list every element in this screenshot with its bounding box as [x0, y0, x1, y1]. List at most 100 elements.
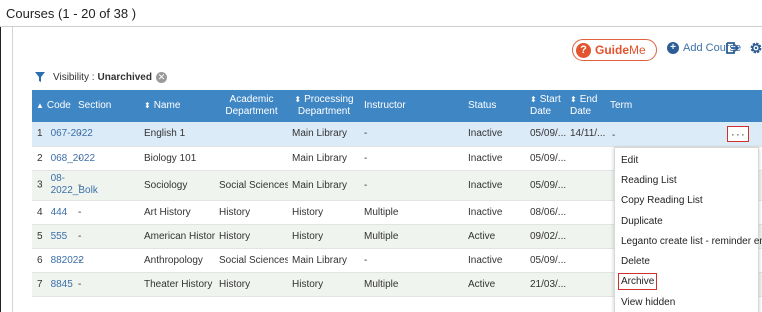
- course-code-link[interactable]: 08-2022_Bolk: [51, 173, 98, 197]
- filter-label: Visibility :: [53, 71, 95, 83]
- sort-icon: ⬍: [144, 101, 151, 110]
- cell-start-date: 09/02/...: [530, 230, 566, 242]
- course-code-link[interactable]: 068_2022: [51, 153, 96, 164]
- cell-status: Inactive: [468, 152, 503, 164]
- cell-processing-department: Main Library: [292, 152, 348, 164]
- cell-start-date: 05/09/...: [530, 152, 566, 164]
- filter-icon: [35, 72, 45, 82]
- menu-item-view-hidden[interactable]: View hidden: [615, 292, 758, 312]
- column-header-start-date[interactable]: ⬍ Start Date: [526, 90, 566, 122]
- cell-instructor: Multiple: [364, 230, 399, 242]
- cell-status: Active: [468, 278, 496, 290]
- cell-name: Sociology: [144, 179, 188, 191]
- column-header-academic-department[interactable]: Academic Department: [215, 90, 288, 122]
- menu-item-leganto-reminder[interactable]: Leganto create list - reminder email: [615, 231, 762, 251]
- cell-instructor: Multiple: [364, 278, 399, 290]
- row-number: 308-2022_Bolk: [37, 173, 98, 196]
- cell-academic-department: Social Sciences: [219, 179, 288, 191]
- cell-instructor: -: [364, 128, 368, 140]
- sort-icon: ⬍: [530, 95, 537, 104]
- row-number: 2 068_2022: [37, 152, 96, 164]
- cell-academic-department: History: [219, 206, 251, 218]
- title-bar: Courses (1 - 20 of 38 ): [0, 0, 762, 27]
- course-code-link[interactable]: 8845: [51, 279, 73, 290]
- cell-processing-department: History: [292, 230, 324, 242]
- row-number: 5 555: [37, 230, 68, 242]
- cell-instructor: -: [364, 152, 368, 164]
- row-number: 7 8845: [37, 278, 73, 290]
- cell-processing-department: Main Library: [292, 179, 348, 191]
- column-header-name[interactable]: ⬍ Name: [140, 90, 215, 122]
- cell-end-date: [566, 248, 606, 272]
- cell-end-date: [566, 146, 606, 170]
- cell-academic-department: History: [219, 278, 251, 290]
- sort-icon: ⬍: [294, 95, 302, 104]
- page-title: Courses (1 - 20 of 38 ): [6, 6, 137, 21]
- column-header-processing-department[interactable]: ⬍ Processing Department: [288, 90, 360, 122]
- table-header-row: ▲ Code Section ⬍ Name Academic Department ⬍…: [32, 90, 762, 122]
- column-header-section[interactable]: Section: [74, 90, 140, 122]
- cell-name: Anthropology: [144, 254, 203, 266]
- guideme-label: Me: [629, 43, 646, 57]
- column-header-term[interactable]: Term: [606, 90, 762, 122]
- cell-name: American History: [144, 230, 215, 242]
- course-code-link[interactable]: 067-2022: [51, 128, 93, 139]
- column-header-code[interactable]: ▲ Code: [32, 90, 74, 122]
- clear-filter-icon[interactable]: ✕: [155, 71, 167, 83]
- cell-section: -: [78, 230, 82, 242]
- cell-section: -: [78, 206, 82, 218]
- cell-status: Inactive: [468, 179, 503, 191]
- menu-item-archive[interactable]: Archive: [615, 272, 758, 292]
- filter-value: Unarchived: [97, 71, 152, 83]
- sort-icon: ⬍: [570, 95, 577, 104]
- row-actions-button[interactable]: ···: [727, 125, 750, 142]
- toolbar: ? Guide Me + Add Course: [12, 27, 762, 67]
- column-header-instructor[interactable]: Instructor: [360, 90, 464, 122]
- cell-start-date: 05/09/...: [530, 128, 566, 140]
- cell-name: Theater History: [144, 278, 213, 290]
- guideme-button[interactable]: ? Guide Me: [572, 39, 657, 61]
- cell-name: English 1: [144, 128, 186, 140]
- cell-academic-department: [215, 146, 288, 170]
- sort-asc-icon: ▲: [36, 101, 44, 110]
- row-actions-menu: Edit Reading List Copy Reading List Dupl…: [614, 147, 762, 312]
- cell-academic-department: [215, 122, 288, 146]
- cell-instructor: -: [364, 254, 368, 266]
- menu-item-delete[interactable]: Delete: [615, 251, 758, 271]
- cell-status: Inactive: [468, 206, 503, 218]
- cell-end-date: [566, 170, 606, 200]
- cell-name: Biology 101: [144, 152, 197, 164]
- cell-end-date: [566, 200, 606, 224]
- row-number: 6 882022: [37, 254, 84, 266]
- cell-status: Inactive: [468, 128, 503, 140]
- export-icon[interactable]: [725, 41, 739, 55]
- cell-name: Art History: [144, 206, 191, 218]
- cell-processing-department: History: [292, 278, 324, 290]
- course-code-link[interactable]: 555: [51, 231, 68, 242]
- cell-end-date: 14/11/...: [570, 128, 606, 140]
- cell-start-date: 21/03/...: [530, 278, 566, 290]
- row-number: 4 444: [37, 206, 68, 218]
- cell-section: -: [78, 278, 82, 290]
- menu-item-copy-reading-list[interactable]: Copy Reading List: [615, 191, 758, 211]
- cell-academic-department: History: [219, 230, 251, 242]
- guideme-label-bold: Guide: [595, 43, 630, 57]
- table-row[interactable]: 1 067-2022 - English 1 Main Library - Ina…: [32, 122, 762, 146]
- plus-circle-icon: +: [667, 42, 679, 54]
- course-code-link[interactable]: 444: [51, 207, 68, 218]
- cell-processing-department: History: [292, 206, 324, 218]
- column-header-status[interactable]: Status: [464, 90, 526, 122]
- cell-status: Inactive: [468, 254, 503, 266]
- menu-item-reading-list[interactable]: Reading List: [615, 170, 758, 190]
- cell-status: Active: [468, 230, 496, 242]
- cell-instructor: -: [364, 179, 368, 191]
- menu-item-duplicate[interactable]: Duplicate: [615, 211, 758, 231]
- gear-icon[interactable]: [749, 41, 762, 55]
- cell-start-date: 08/06/...: [530, 206, 566, 218]
- cell-start-date: 05/09/...: [530, 179, 566, 191]
- help-icon: ?: [576, 42, 591, 58]
- column-header-end-date[interactable]: ⬍ End Date: [566, 90, 606, 122]
- cell-academic-department: Social Sciences: [219, 254, 288, 266]
- menu-item-edit[interactable]: Edit: [615, 150, 758, 170]
- cell-start-date: 05/09/...: [530, 254, 566, 266]
